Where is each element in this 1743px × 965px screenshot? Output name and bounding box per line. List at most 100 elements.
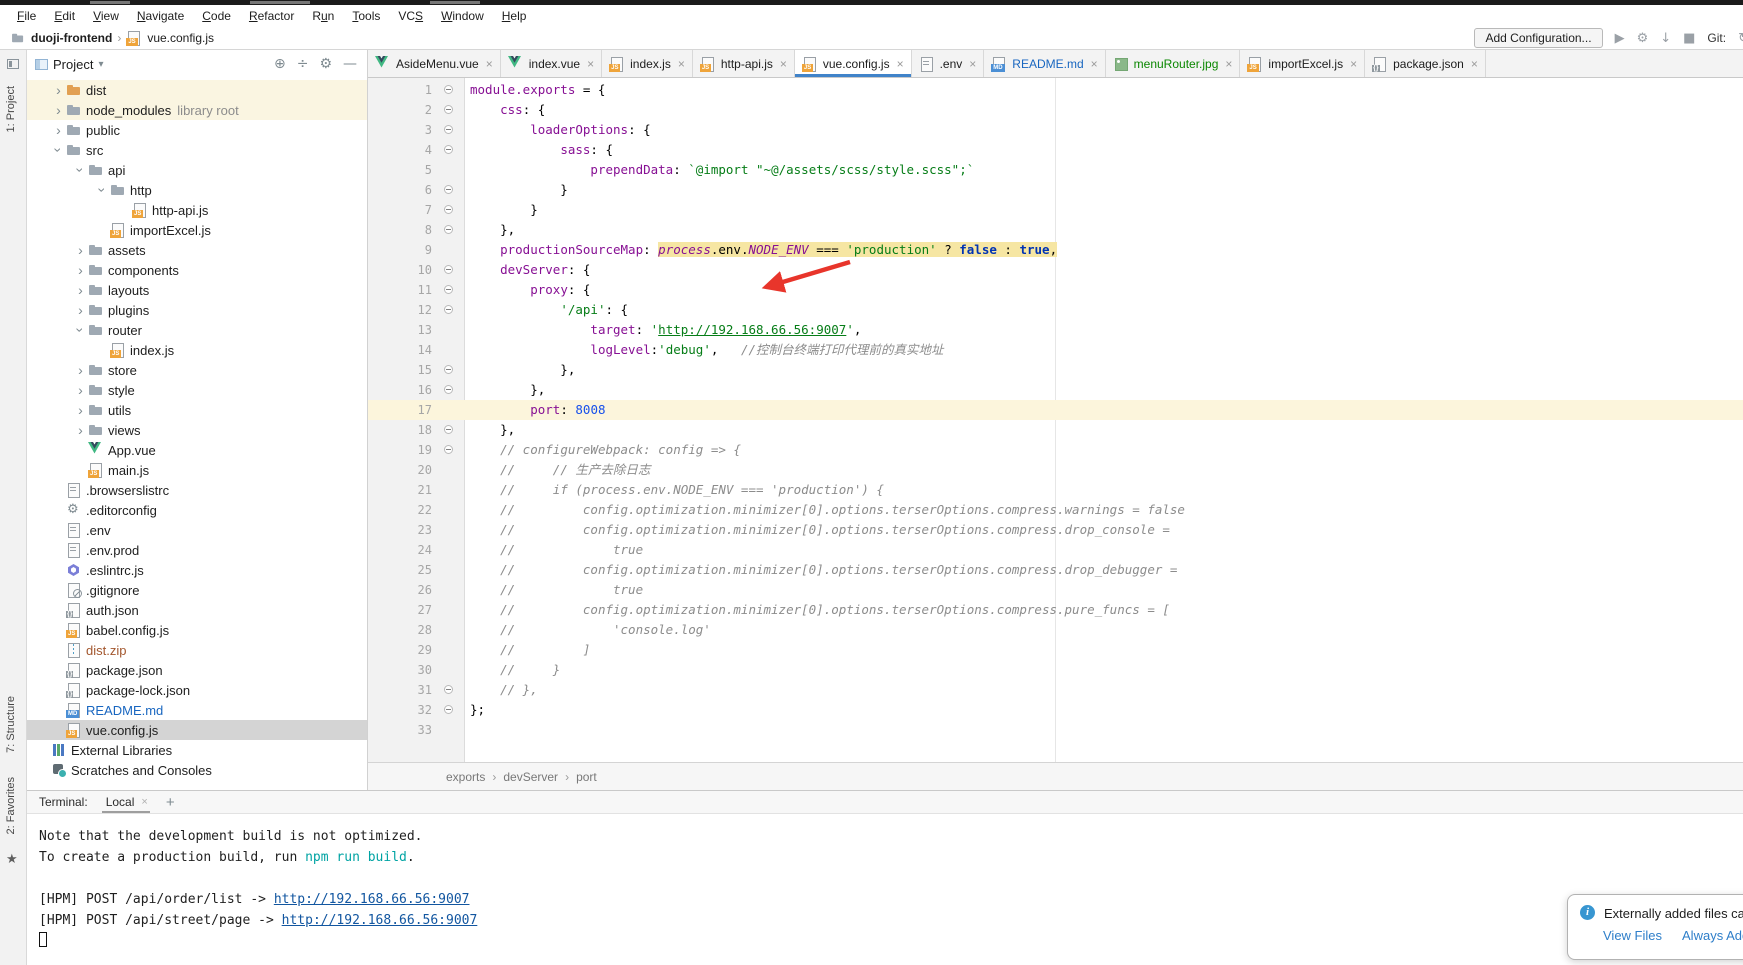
locate-file-icon[interactable]: ⊕ <box>274 56 286 72</box>
chevron-collapsed-icon[interactable]: › <box>51 123 66 137</box>
close-icon[interactable]: × <box>141 796 147 808</box>
tree-item-dist-zip[interactable]: dist.zip <box>27 640 367 660</box>
tree-item-scratches-and-consoles[interactable]: Scratches and Consoles <box>27 760 367 780</box>
code-line[interactable]: 16 }, <box>368 380 1743 400</box>
tree-item-utils[interactable]: ›utils <box>27 400 367 420</box>
tree-item-style[interactable]: ›style <box>27 380 367 400</box>
fold-start-icon[interactable] <box>444 445 453 454</box>
chevron-collapsed-icon[interactable]: › <box>73 363 88 377</box>
fold-start-icon[interactable] <box>444 145 453 154</box>
chevron-expanded-icon[interactable]: › <box>96 183 110 198</box>
menu-vcs[interactable]: VCS <box>389 9 432 23</box>
tree-item-views[interactable]: ›views <box>27 420 367 440</box>
breadcrumb-project[interactable]: duoji-frontend <box>31 31 112 45</box>
editor-tab-menurouter-jpg[interactable]: menuRouter.jpg× <box>1106 50 1241 77</box>
code-line[interactable]: 33 <box>368 720 1743 740</box>
code-line[interactable]: 26 // true <box>368 580 1743 600</box>
tree-item-node-modules[interactable]: ›node_moduleslibrary root <box>27 100 367 120</box>
tree-item-app-vue[interactable]: App.vue <box>27 440 367 460</box>
code-line[interactable]: 1module.exports = { <box>368 80 1743 100</box>
code-line[interactable]: 30 // } <box>368 660 1743 680</box>
menu-file[interactable]: File <box>8 9 45 23</box>
chevron-collapsed-icon[interactable]: › <box>73 283 88 297</box>
tree-item-router[interactable]: ›router <box>27 320 367 340</box>
code-line[interactable]: 31 // }, <box>368 680 1743 700</box>
code-line[interactable]: 3 loaderOptions: { <box>368 120 1743 140</box>
close-icon[interactable]: × <box>678 57 685 71</box>
code-line[interactable]: 12 '/api': { <box>368 300 1743 320</box>
tree-item-vue-config-js[interactable]: JSvue.config.js <box>27 720 367 740</box>
hide-panel-icon[interactable]: — <box>343 56 357 72</box>
tree-item-importexcel-js[interactable]: JSimportExcel.js <box>27 220 367 240</box>
menu-refactor[interactable]: Refactor <box>240 9 303 23</box>
tree-item-gitignore[interactable]: .gitignore <box>27 580 367 600</box>
editor-tab-index-vue[interactable]: index.vue× <box>501 50 602 77</box>
run-icon[interactable]: ▶ <box>1615 32 1625 45</box>
tree-item-assets[interactable]: ›assets <box>27 240 367 260</box>
code-line[interactable]: 17 port: 8008 <box>368 400 1743 420</box>
chevron-collapsed-icon[interactable]: › <box>51 83 66 97</box>
tree-item-readme-md[interactable]: MDREADME.md <box>27 700 367 720</box>
tree-item-env[interactable]: .env <box>27 520 367 540</box>
menu-view[interactable]: View <box>84 9 128 23</box>
terminal-output[interactable]: Note that the development build is not o… <box>27 814 1743 952</box>
tree-item-src[interactable]: ›src <box>27 140 367 160</box>
editor-tab-env[interactable]: .env× <box>912 50 985 77</box>
tree-item-layouts[interactable]: ›layouts <box>27 280 367 300</box>
stripe-favorites-button[interactable]: 2: Favorites <box>5 777 17 834</box>
collapse-all-icon[interactable]: ÷ <box>297 56 309 72</box>
tree-item-editorconfig[interactable]: .editorconfig <box>27 500 367 520</box>
code-line[interactable]: 4 sass: { <box>368 140 1743 160</box>
code-line[interactable]: 32}; <box>368 700 1743 720</box>
editor-tab-http-api-js[interactable]: JShttp-api.js× <box>693 50 795 77</box>
settings-icon[interactable]: ⚙ <box>1637 32 1649 45</box>
tree-item-components[interactable]: ›components <box>27 260 367 280</box>
fold-start-icon[interactable] <box>444 265 453 274</box>
stop-icon[interactable]: ■ <box>1683 32 1695 45</box>
code-line[interactable]: 5 prependData: `@import "~@/assets/scss/… <box>368 160 1743 180</box>
tree-item-package-lock-json[interactable]: {}package-lock.json <box>27 680 367 700</box>
tree-item-main-js[interactable]: JSmain.js <box>27 460 367 480</box>
code-line[interactable]: 2 css: { <box>368 100 1743 120</box>
fold-start-icon[interactable] <box>444 85 453 94</box>
code-line[interactable]: 8 }, <box>368 220 1743 240</box>
editor-tab-package-json[interactable]: {}package.json× <box>1365 50 1486 77</box>
tree-item-eslintrc-js[interactable]: .eslintrc.js <box>27 560 367 580</box>
code-line[interactable]: 15 }, <box>368 360 1743 380</box>
menu-code[interactable]: Code <box>193 9 240 23</box>
close-icon[interactable]: × <box>1350 57 1357 71</box>
menu-window[interactable]: Window <box>432 9 493 23</box>
fold-end-icon[interactable] <box>444 705 453 714</box>
fold-end-icon[interactable] <box>444 185 453 194</box>
chevron-down-icon[interactable]: ▾ <box>98 59 103 70</box>
project-panel-title[interactable]: Project <box>53 57 93 72</box>
breadcrumb-port[interactable]: port <box>576 770 597 784</box>
tree-item-babel-config-js[interactable]: JSbabel.config.js <box>27 620 367 640</box>
fold-end-icon[interactable] <box>444 385 453 394</box>
code-line[interactable]: 10 devServer: { <box>368 260 1743 280</box>
update-icon[interactable]: ↓ <box>1660 32 1671 45</box>
git-branch-widget[interactable]: Git: <box>1707 31 1726 45</box>
tree-item-external-libraries[interactable]: External Libraries <box>27 740 367 760</box>
panel-settings-icon[interactable]: ⚙ <box>319 56 332 72</box>
chevron-expanded-icon[interactable]: › <box>52 143 66 158</box>
code-line[interactable]: 6 } <box>368 180 1743 200</box>
editor-tab-readme-md[interactable]: MDREADME.md× <box>984 50 1105 77</box>
editor-tab-index-js[interactable]: JSindex.js× <box>602 50 693 77</box>
chevron-collapsed-icon[interactable]: › <box>73 423 88 437</box>
view-files-link[interactable]: View Files <box>1603 928 1662 943</box>
code-line[interactable]: 13 target: 'http://192.168.66.56:9007', <box>368 320 1743 340</box>
editor-tab-asidemenu-vue[interactable]: AsideMenu.vue× <box>368 50 501 77</box>
add-configuration-button[interactable]: Add Configuration... <box>1474 28 1602 48</box>
code-line[interactable]: 11 proxy: { <box>368 280 1743 300</box>
terminal-tab-local[interactable]: Local × <box>96 793 152 812</box>
tree-item-plugins[interactable]: ›plugins <box>27 300 367 320</box>
chevron-collapsed-icon[interactable]: › <box>73 303 88 317</box>
code-line[interactable]: 20 // // 生产去除日志 <box>368 460 1743 480</box>
fold-start-icon[interactable] <box>444 285 453 294</box>
fold-end-icon[interactable] <box>444 225 453 234</box>
tree-item-env-prod[interactable]: .env.prod <box>27 540 367 560</box>
stripe-structure-button[interactable]: 7: Structure <box>5 696 17 753</box>
code-line[interactable]: 7 } <box>368 200 1743 220</box>
terminal-title[interactable]: Terminal: <box>39 795 88 809</box>
